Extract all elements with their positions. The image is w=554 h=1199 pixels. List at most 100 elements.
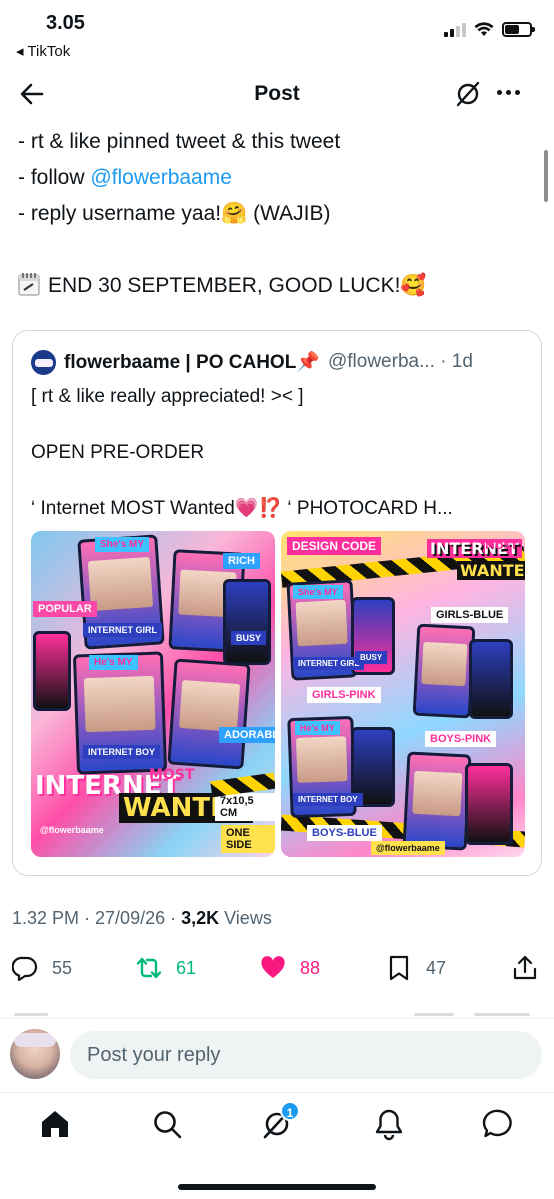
mention-link[interactable]: @flowerbaame xyxy=(90,166,232,189)
image-watermark: @flowerbaame xyxy=(371,841,445,855)
photocard xyxy=(465,763,513,845)
more-dots-icon[interactable] xyxy=(497,90,520,95)
image-tag: ADORABLE xyxy=(219,727,275,743)
next-reply-preview xyxy=(14,1013,534,1017)
tweet-text: - rt & like pinned tweet & this tweet - … xyxy=(18,124,538,304)
like-count: 88 xyxy=(300,957,321,978)
quoted-display-name[interactable]: flowerbaame | PO CAHOL📌 xyxy=(64,350,320,374)
photocard xyxy=(223,579,271,665)
bottom-nav: 1 xyxy=(0,1092,554,1199)
repost-button[interactable]: 61 xyxy=(136,950,196,986)
tweet-line-1: - rt & like pinned tweet & this tweet xyxy=(18,130,341,153)
messages-icon xyxy=(482,1109,512,1138)
image-tag: BOYS-BLUE xyxy=(307,825,382,841)
reply-button[interactable]: 55 xyxy=(12,950,72,986)
reply-input[interactable] xyxy=(70,1031,542,1079)
photocard xyxy=(33,631,71,711)
photocard xyxy=(402,751,472,851)
nav-grok[interactable]: 1 xyxy=(260,1101,300,1141)
quoted-text-line-2: OPEN PRE-ORDER xyxy=(31,442,205,463)
quoted-text: [ rt & like really appreciated! >< ] OPE… xyxy=(31,383,453,523)
image-tag: INTERNET GIRL xyxy=(83,623,162,637)
repost-icon xyxy=(136,957,162,979)
quoted-tweet[interactable]: flowerbaame | PO CAHOL📌 @flowerba... · 1… xyxy=(12,330,542,876)
nav-home[interactable] xyxy=(38,1107,72,1141)
tweet-line-2-prefix: - follow xyxy=(18,166,91,189)
status-time: 3.05 xyxy=(46,12,85,34)
image-tag: He's MY xyxy=(89,655,138,670)
image-tag: She's MY xyxy=(293,585,343,599)
post-timestamp[interactable]: 1.32 PM · 27/09/26 · xyxy=(12,908,181,928)
repost-count: 61 xyxy=(176,957,197,978)
wifi-icon xyxy=(474,22,494,36)
bookmark-count: 47 xyxy=(426,957,447,978)
post-header: Post xyxy=(0,72,554,118)
reply-count: 55 xyxy=(52,957,73,978)
bookmark-button[interactable]: 47 xyxy=(386,950,446,986)
status-bar: 3.05 ◂ TikTok xyxy=(0,0,554,64)
photocard xyxy=(167,658,251,770)
quoted-media: POPULAR RICH ADORABLE INTERNET MOST WANT… xyxy=(31,531,525,857)
image-tag: INTERNET GIRL xyxy=(293,657,365,670)
tweet-line-2: - follow @flowerbaame xyxy=(18,160,538,196)
signal-icon xyxy=(444,22,466,37)
status-icons xyxy=(444,22,535,37)
notification-badge: 1 xyxy=(280,1101,300,1121)
photocard xyxy=(469,639,513,719)
image-tag: BUSY xyxy=(231,631,267,645)
image-word: MOST xyxy=(149,767,195,783)
quoted-avatar[interactable] xyxy=(31,349,56,375)
tweet-line-4: END 30 SEPTEMBER, GOOD LUCK!🥰 xyxy=(18,268,538,304)
image-tag: GIRLS-BLUE xyxy=(431,607,509,623)
home-icon xyxy=(42,1111,68,1137)
battery-icon xyxy=(502,22,535,37)
avatar[interactable] xyxy=(10,1029,60,1079)
home-indicator[interactable] xyxy=(178,1184,376,1190)
tweet-line-4-text: END 30 SEPTEMBER, GOOD LUCK!🥰 xyxy=(48,274,427,297)
tweet-line-3: - reply username yaa!🤗 (WAJIB) xyxy=(18,202,331,225)
quoted-tweet-header: flowerbaame | PO CAHOL📌 @flowerba... · 1… xyxy=(31,349,473,375)
quoted-handle-time: @flowerba... · 1d xyxy=(327,351,473,372)
views-count: 3,2K xyxy=(181,908,220,928)
image-tag: He's MY xyxy=(295,721,340,735)
image-tag: GIRLS-PINK xyxy=(307,687,381,703)
image-tag: RICH xyxy=(223,553,260,569)
like-button[interactable]: 88 xyxy=(260,950,320,986)
image-watermark: @flowerbaame xyxy=(40,825,104,835)
action-bar: 55 61 88 47 xyxy=(0,950,554,986)
quoted-image-2[interactable]: DESIGN CODE INTERNET MOST WANTED GIRLS-B… xyxy=(281,531,525,857)
notifications-icon xyxy=(375,1109,403,1141)
image-tag: ONE SIDE xyxy=(221,825,275,853)
quoted-text-line-3: ‘ Internet MOST Wanted💗⁉️ ‘ PHOTOCARD H.… xyxy=(31,498,453,519)
share-icon xyxy=(513,955,537,980)
image-tag: DESIGN CODE xyxy=(287,537,382,555)
image-word: MOST xyxy=(485,541,518,552)
image-tag: POPULAR xyxy=(33,601,97,617)
nav-notifications[interactable] xyxy=(372,1107,406,1141)
reply-composer xyxy=(0,1018,554,1092)
photocard xyxy=(412,623,476,719)
search-icon xyxy=(154,1111,182,1139)
quoted-image-1[interactable]: POPULAR RICH ADORABLE INTERNET MOST WANT… xyxy=(31,531,275,857)
scroll-indicator[interactable] xyxy=(544,150,548,202)
image-tag: 7x10,5 CM xyxy=(215,793,275,821)
nav-messages[interactable] xyxy=(482,1107,516,1141)
image-tag: INTERNET BOY xyxy=(83,745,161,759)
nav-search[interactable] xyxy=(150,1107,184,1141)
image-tag: INTERNET BOY xyxy=(293,793,363,806)
calendar-icon xyxy=(18,273,40,296)
back-to-app-link[interactable]: ◂ TikTok xyxy=(16,42,70,60)
quoted-text-line-1: [ rt & like really appreciated! >< ] xyxy=(31,386,304,407)
battery-fill xyxy=(505,25,520,34)
image-tag: BOYS-PINK xyxy=(425,731,497,747)
grok-icon[interactable] xyxy=(454,80,482,108)
heart-icon xyxy=(261,956,285,978)
image-word: WANTED xyxy=(457,561,525,580)
bookmark-icon xyxy=(389,955,409,981)
image-tag: BUSY xyxy=(355,651,388,664)
views-label: Views xyxy=(219,908,272,928)
share-button[interactable] xyxy=(512,950,538,986)
image-tag: She's MY xyxy=(95,537,150,552)
post-meta: 1.32 PM · 27/09/26 · 3,2K Views xyxy=(12,908,272,929)
reply-icon xyxy=(12,956,38,981)
